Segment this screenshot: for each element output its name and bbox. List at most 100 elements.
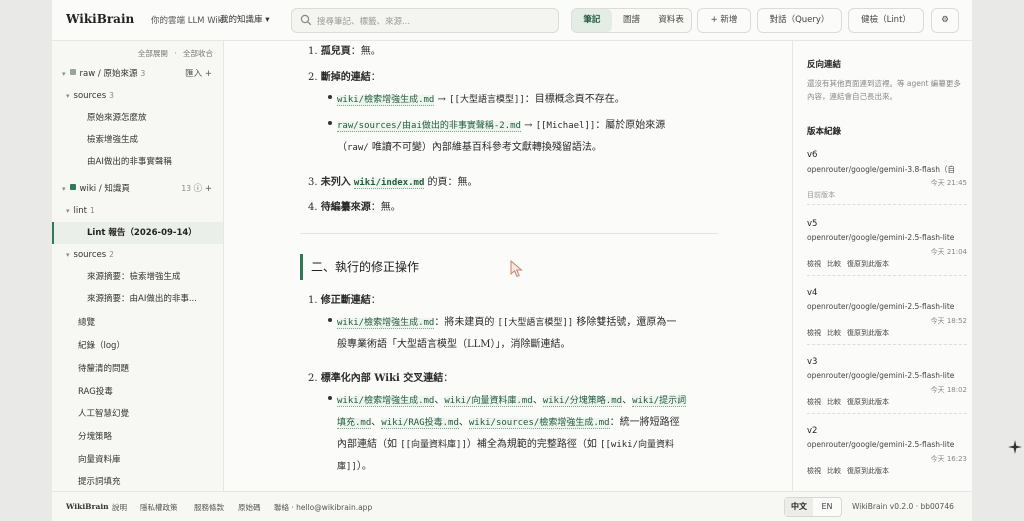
inline-code: [[大型語言模型]] bbox=[497, 318, 574, 328]
compare-version-link[interactable]: 比較 bbox=[827, 329, 841, 337]
version-entry[interactable]: v5 openrouter/google/gemini-2.5-flash-li… bbox=[807, 219, 967, 276]
compare-version-link[interactable]: 比較 bbox=[827, 260, 841, 268]
tree-item[interactable]: 向量資料庫 bbox=[52, 449, 223, 471]
bullet-icon bbox=[328, 318, 332, 322]
lang-en-button[interactable]: EN bbox=[813, 498, 841, 516]
footer: WikiBrain 說明 隱私權政策 服務條款 原始碼 聯絡 · hello@w… bbox=[52, 491, 972, 521]
section-divider bbox=[300, 233, 718, 234]
wiki-link[interactable]: wiki/檢索增強生成.md bbox=[337, 396, 435, 407]
tab-table[interactable]: 資料表 bbox=[651, 9, 691, 32]
footer-link-terms[interactable]: 服務條款 bbox=[194, 502, 224, 513]
wiki-link[interactable]: wiki/RAG投毒.md bbox=[381, 418, 459, 429]
folder-color-icon bbox=[69, 184, 76, 190]
tree-item[interactable]: 來源摘要：由AI做出的非事... bbox=[52, 288, 223, 310]
footer-link-source[interactable]: 原始碼 bbox=[238, 502, 261, 513]
version-entry[interactable]: v3 openrouter/google/gemini-2.5-flash-li… bbox=[807, 357, 967, 414]
settings-button[interactable]: ⚙ bbox=[931, 8, 959, 33]
folder-count: 3 bbox=[109, 91, 114, 100]
expand-all-button[interactable]: 全部展開 bbox=[138, 49, 168, 58]
lint-button[interactable]: 健檢（Lint） bbox=[848, 8, 924, 33]
top-bar: WikiBrain 你的雲端 LLM Wiki 我的知識庫 ▾ 搜尋筆記、標籤、… bbox=[52, 0, 972, 41]
tree-item[interactable]: 分塊策略 bbox=[52, 426, 223, 448]
bold-text: 斷掉的連結 bbox=[320, 72, 371, 83]
lang-zh-button[interactable]: 中文 bbox=[785, 498, 813, 516]
list-item: raw/sources/由ai做出的非事實聲稱-2.md → [[Michael… bbox=[337, 116, 666, 132]
folder-raw[interactable]: ▾ raw / 原始來源 3 匯入 + bbox=[52, 63, 223, 85]
restore-version-link[interactable]: 復原到此版本 bbox=[847, 329, 889, 337]
text: ：屬於原始來源 bbox=[595, 120, 666, 131]
version-model: openrouter/google/gemini-3.8-flash（自 bbox=[807, 165, 955, 174]
tree-item[interactable]: 提示詞填充 bbox=[52, 471, 223, 491]
text: 移除雙括號，還原為一 bbox=[573, 317, 677, 328]
bullet-icon bbox=[328, 396, 332, 400]
sparkle-icon[interactable] bbox=[1008, 440, 1022, 454]
query-button[interactable]: 對話（Query） bbox=[757, 8, 842, 33]
chevron-down-icon: ▾ bbox=[66, 251, 70, 259]
wiki-link[interactable]: wiki/sources/檢索增強生成.md bbox=[468, 418, 610, 429]
version-number: v3 bbox=[807, 357, 818, 367]
list-item-continuation: （raw/ 唯讀不可變）內部維基百科參考文獻轉換殘留語法。 bbox=[337, 138, 602, 153]
view-version-link[interactable]: 檢視 bbox=[807, 467, 821, 475]
tree-item[interactable]: 檢索增強生成 bbox=[52, 129, 223, 151]
wiki-link[interactable]: wiki/index.md bbox=[353, 178, 425, 189]
tree-item[interactable]: 總覽 bbox=[52, 312, 223, 334]
tree-item[interactable]: 人工智慧幻覺 bbox=[52, 403, 223, 425]
list-item-continuation: 般專業術語「大型語言模型（LLM）」，消除斷連結。 bbox=[337, 339, 571, 350]
wiki-link[interactable]: wiki/提示詞 bbox=[632, 396, 687, 407]
compare-version-link[interactable]: 比較 bbox=[827, 398, 841, 406]
collapse-all-button[interactable]: 全部收合 bbox=[183, 49, 213, 58]
wiki-link[interactable]: wiki/分塊策略.md bbox=[542, 396, 623, 407]
tree-item[interactable]: 原始來源怎麼放 bbox=[52, 107, 223, 129]
search-box[interactable]: 搜尋筆記、標籤、來源... bbox=[291, 8, 559, 33]
import-button[interactable]: 匯入 + bbox=[185, 63, 212, 85]
tree-item[interactable]: 紀錄（log） bbox=[52, 335, 223, 357]
restore-version-link[interactable]: 復原到此版本 bbox=[847, 467, 889, 475]
version-entry[interactable]: v2 openrouter/google/gemini-2.5-flash-li… bbox=[807, 426, 967, 478]
folder-lint[interactable]: ▾ lint 1 bbox=[52, 200, 223, 222]
folder-raw-sources[interactable]: ▾ sources 3 bbox=[52, 85, 223, 107]
version-entry[interactable]: v6 openrouter/google/gemini-3.8-flash（自 … bbox=[807, 150, 967, 205]
version-number: v2 bbox=[807, 426, 818, 436]
folder-wiki[interactable]: ▾ wiki / 知識頁 13 ⓘ + bbox=[52, 178, 223, 200]
footer-link-privacy[interactable]: 隱私權政策 bbox=[140, 502, 178, 513]
wiki-link[interactable]: wiki/向量資料庫.md bbox=[444, 396, 533, 407]
text: ： bbox=[443, 373, 454, 384]
bold-text: 待編纂來源 bbox=[320, 202, 371, 213]
new-button[interactable]: + 新增 bbox=[697, 8, 751, 33]
list-number: 1. bbox=[308, 295, 318, 306]
tab-graph[interactable]: 圖譜 bbox=[612, 9, 652, 32]
tree-item-lint-report[interactable]: Lint 報告（2026-09-14） bbox=[52, 222, 223, 244]
wiki-link[interactable]: raw/sources/由ai做出的非事實聲稱-2.md bbox=[337, 121, 521, 132]
folder-wiki-sources[interactable]: ▾ sources 2 bbox=[52, 244, 223, 266]
wiki-link[interactable]: wiki/檢索增強生成.md bbox=[337, 95, 435, 106]
tab-notes[interactable]: 筆記 bbox=[572, 9, 612, 32]
file-tree-sidebar: 全部展開 · 全部收合 ▾ raw / 原始來源 3 匯入 + ▾ sources 3 … bbox=[52, 41, 224, 491]
bold-text: 孤兒頁 bbox=[320, 46, 351, 57]
footer-link-help[interactable]: 說明 bbox=[112, 502, 127, 513]
app-version: WikiBrain v0.2.0 · bb00746 bbox=[852, 502, 954, 511]
view-version-link[interactable]: 檢視 bbox=[807, 329, 821, 337]
list-number: 2. bbox=[308, 72, 318, 83]
divider bbox=[807, 413, 967, 414]
version-entry[interactable]: v4 openrouter/google/gemini-2.5-flash-li… bbox=[807, 288, 967, 345]
tree-item[interactable]: 來源摘要：檢索增強生成 bbox=[52, 266, 223, 288]
restore-version-link[interactable]: 復原到此版本 bbox=[847, 260, 889, 268]
view-version-link[interactable]: 檢視 bbox=[807, 260, 821, 268]
tree-item[interactable]: RAG投毒 bbox=[52, 381, 223, 403]
folder-actions[interactable]: 13 ⓘ + bbox=[178, 178, 212, 200]
add-page-button[interactable]: ⓘ + bbox=[194, 184, 212, 194]
tree-item[interactable]: 待釐清的問題 bbox=[52, 358, 223, 380]
restore-version-link[interactable]: 復原到此版本 bbox=[847, 398, 889, 406]
bold-text: 標準化內部 Wiki 交叉連結 bbox=[320, 373, 444, 384]
wiki-link[interactable]: wiki/檢索增強生成.md bbox=[337, 318, 435, 329]
wiki-link[interactable]: 填充.md bbox=[337, 418, 372, 429]
brand-logo[interactable]: WikiBrain bbox=[66, 12, 134, 26]
folder-label: sources bbox=[73, 250, 107, 260]
footer-link-contact[interactable]: 聯絡 · hello@wikibrain.app bbox=[274, 502, 372, 513]
compare-version-link[interactable]: 比較 bbox=[827, 467, 841, 475]
search-input[interactable]: 搜尋筆記、標籤、來源... bbox=[317, 15, 410, 27]
backlinks-title: 反向連結 bbox=[807, 60, 842, 70]
view-version-link[interactable]: 檢視 bbox=[807, 398, 821, 406]
tree-item[interactable]: 由AI做出的非事實聲稱 bbox=[52, 151, 223, 173]
knowledge-base-select[interactable]: 我的知識庫 ▾ bbox=[220, 13, 269, 25]
